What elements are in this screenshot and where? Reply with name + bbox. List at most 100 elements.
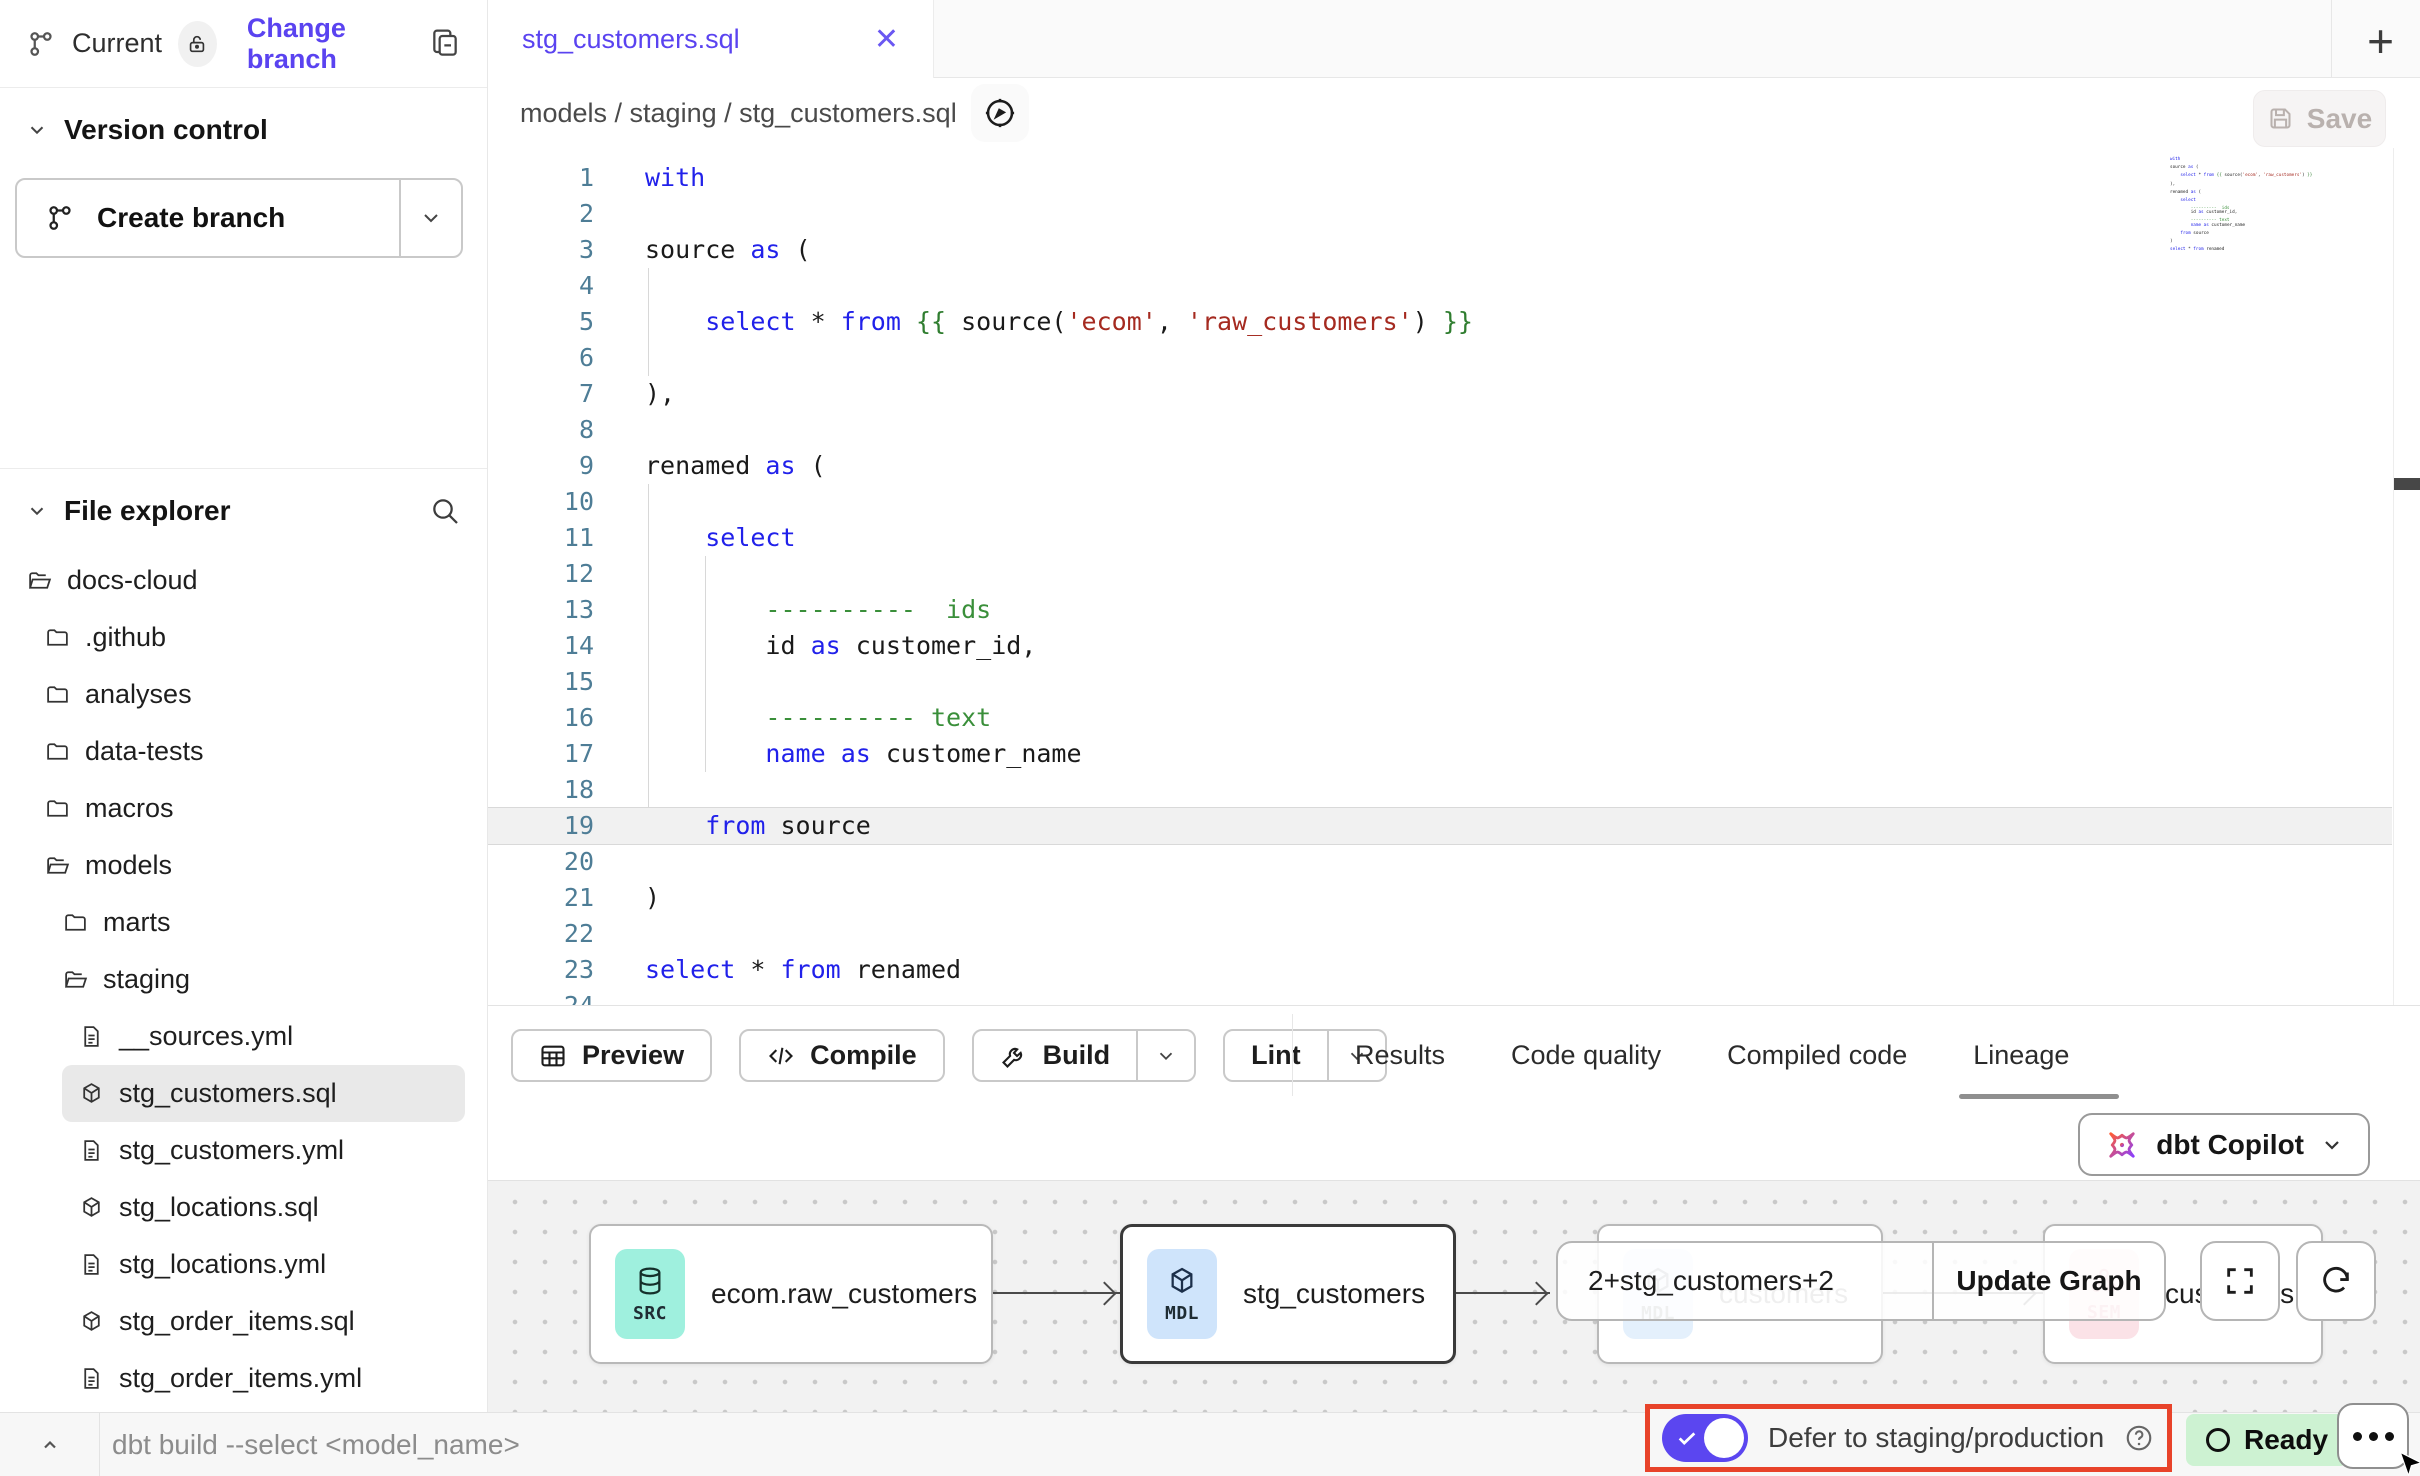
lineage-selector-bar: 2+stg_customers+2 Update Graph — [1556, 1241, 2166, 1321]
results-tabs: Results Code quality Compiled code Lineage — [1355, 1029, 2069, 1082]
command-bar-expand-button[interactable] — [0, 1413, 100, 1476]
tree-item-label: models — [85, 850, 172, 881]
tree-item-analyses[interactable]: analyses — [28, 666, 465, 723]
lineage-selector-input[interactable]: 2+stg_customers+2 — [1558, 1265, 1932, 1297]
code-line-22 — [645, 916, 1473, 952]
tab-results[interactable]: Results — [1355, 1040, 1445, 1071]
create-branch-button[interactable]: Create branch — [15, 178, 463, 258]
tab-code-quality[interactable]: Code quality — [1511, 1040, 1661, 1071]
chevron-up-icon — [38, 1433, 62, 1457]
save-button[interactable]: Save — [2253, 90, 2386, 147]
model-icon — [79, 1309, 104, 1334]
tree-item-label: stg_locations.sql — [119, 1192, 319, 1223]
tree-item-docs-cloud[interactable]: docs-cloud — [10, 552, 465, 609]
tree-item-staging[interactable]: staging — [46, 951, 465, 1008]
folder-icon — [45, 625, 70, 650]
cube-icon — [1166, 1265, 1198, 1297]
divider — [2331, 0, 2332, 78]
tree-item-label: data-tests — [85, 736, 204, 767]
create-branch-label: Create branch — [97, 202, 285, 234]
file-icon — [79, 1252, 104, 1277]
divider — [1292, 1014, 1293, 1096]
compass-icon[interactable] — [971, 84, 1029, 142]
status-badge[interactable]: Ready — [2186, 1414, 2348, 1466]
fullscreen-button[interactable] — [2200, 1241, 2280, 1321]
compile-button[interactable]: Compile — [739, 1029, 945, 1082]
file-icon — [79, 1366, 104, 1391]
preview-label: Preview — [582, 1040, 684, 1071]
code-line-8 — [645, 412, 1473, 448]
code-editor[interactable]: 123456789101112131415161718192021222324 … — [488, 148, 2420, 1005]
refresh-button[interactable] — [2296, 1241, 2376, 1321]
version-control-header[interactable]: Version control — [0, 114, 487, 146]
version-control-title: Version control — [64, 114, 268, 146]
dbt-cloud-ide: Current Change branch Version control — [0, 0, 2420, 1476]
lineage-node-source[interactable]: SRC ecom.raw_customers — [589, 1224, 993, 1364]
search-icon[interactable] — [429, 495, 461, 527]
tree-item-stg-order-items-yml[interactable]: stg_order_items.yml — [62, 1350, 465, 1407]
tree-item-stg-order-items-sql[interactable]: stg_order_items.sql — [62, 1293, 465, 1350]
file-explorer-header[interactable]: File explorer — [26, 487, 461, 535]
tree-item-macros[interactable]: macros — [28, 780, 465, 837]
table-icon — [539, 1042, 567, 1070]
scrollbar-track[interactable] — [2393, 148, 2394, 1005]
change-branch-link[interactable]: Change branch — [247, 13, 413, 75]
tree-item-label: .github — [85, 622, 166, 653]
source-badge: SRC — [615, 1249, 685, 1339]
code-line-1: with — [645, 160, 1473, 196]
close-icon[interactable]: ✕ — [874, 22, 899, 57]
tree-item-stg-locations-sql[interactable]: stg_locations.sql — [62, 1179, 465, 1236]
branch-icon — [45, 203, 75, 233]
defer-toggle[interactable] — [1662, 1414, 1748, 1462]
tree-item-data-tests[interactable]: data-tests — [28, 723, 465, 780]
fullscreen-icon — [2223, 1264, 2257, 1298]
build-button[interactable]: Build — [972, 1029, 1197, 1082]
code-line-24 — [645, 988, 1473, 1005]
code-line-17: name as customer_name — [645, 736, 1473, 772]
arrowhead-icon — [1524, 1281, 1548, 1305]
copilot-icon — [2104, 1127, 2140, 1163]
update-graph-button[interactable]: Update Graph — [1934, 1265, 2164, 1297]
code-line-2 — [645, 196, 1473, 232]
tree-item-label: stg_customers.sql — [119, 1078, 337, 1109]
code-icon — [767, 1042, 795, 1070]
create-branch-caret[interactable] — [399, 180, 461, 256]
tree-item--github[interactable]: .github — [28, 609, 465, 666]
code-line-18 — [645, 772, 1473, 808]
new-tab-button[interactable]: + — [2367, 14, 2394, 68]
tab-lineage-active[interactable]: Lineage — [1973, 1040, 2069, 1071]
build-caret[interactable] — [1136, 1031, 1194, 1080]
tree-item--sources-yml[interactable]: __sources.yml — [62, 1008, 465, 1065]
node-label: ecom.raw_customers — [711, 1278, 977, 1310]
save-icon — [2267, 105, 2294, 132]
tree-item-stg-customers-yml[interactable]: stg_customers.yml — [62, 1122, 465, 1179]
code-line-19: from source — [645, 808, 1473, 844]
lineage-canvas[interactable]: SRC ecom.raw_customers MDL stg_customers — [488, 1180, 2420, 1412]
file-icon — [79, 1024, 104, 1049]
tree-item-label: macros — [85, 793, 174, 824]
lineage-node-stg-customers-selected[interactable]: MDL stg_customers — [1120, 1224, 1456, 1364]
folder-open-icon — [45, 853, 70, 878]
file-icon — [79, 1138, 104, 1163]
branch-icon — [26, 29, 56, 59]
branch-lock-chip — [178, 21, 217, 67]
tree-item-models[interactable]: models — [28, 837, 465, 894]
code-line-12 — [645, 556, 1473, 592]
breadcrumb-bar: models / staging / stg_customers.sql Sav… — [488, 78, 2420, 148]
code-line-14: id as customer_id, — [645, 628, 1473, 664]
editor-toolbar: Preview Compile — [511, 1029, 1387, 1082]
dbt-copilot-button[interactable]: dbt Copilot — [2078, 1113, 2370, 1176]
tab-compiled-code[interactable]: Compiled code — [1727, 1040, 1907, 1071]
help-icon[interactable] — [2124, 1423, 2154, 1453]
preview-button[interactable]: Preview — [511, 1029, 712, 1082]
tree-item-marts[interactable]: marts — [46, 894, 465, 951]
tree-item-stg-locations-yml[interactable]: stg_locations.yml — [62, 1236, 465, 1293]
scrollbar-thumb[interactable] — [2394, 478, 2420, 490]
tree-item-stg-customers-sql[interactable]: stg_customers.sql — [62, 1065, 465, 1122]
chevron-down-icon — [2320, 1133, 2344, 1157]
minimap[interactable]: with source as ( select * from {{ source… — [2170, 158, 2290, 256]
copy-icon[interactable] — [429, 28, 461, 60]
tab-stg-customers[interactable]: stg_customers.sql ✕ — [488, 0, 934, 78]
editor-tab-bar: stg_customers.sql ✕ + — [488, 0, 2420, 78]
command-input[interactable]: dbt build --select <model_name> — [112, 1413, 520, 1476]
